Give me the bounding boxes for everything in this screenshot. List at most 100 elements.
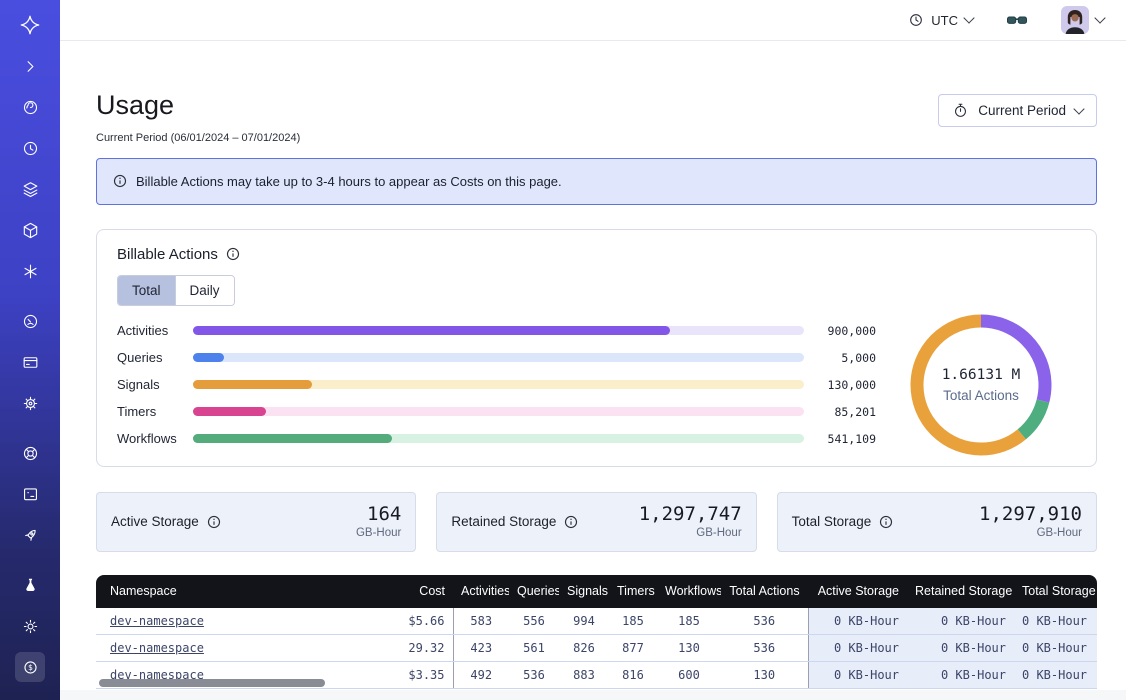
tab-total[interactable]: Total: [118, 276, 175, 305]
cell-queries: 556: [509, 608, 559, 635]
billable-actions-title-text: Billable Actions: [117, 246, 218, 263]
cell-total-actions: 536: [721, 608, 808, 635]
storage-cards: Active Storage 164 GB-Hour Retained Stor…: [96, 492, 1097, 552]
donut-total-value: 1.66131 M: [942, 367, 1021, 383]
bar-fill: [193, 326, 670, 335]
storage-card-value: 1,297,910 GB-Hour: [979, 504, 1082, 539]
temporal-logo-icon: [19, 14, 41, 36]
layers-icon: [21, 180, 40, 199]
lifebuoy-icon: [21, 444, 40, 463]
cell-queries: 561: [509, 634, 559, 661]
cell-signals: 994: [559, 608, 609, 635]
info-banner-text: Billable Actions may take up to 3-4 hour…: [136, 174, 562, 189]
cell-active-storage: 0 KB-Hour: [808, 608, 907, 635]
info-icon[interactable]: [226, 247, 240, 261]
sidebar-item-getting-started[interactable]: [15, 520, 45, 550]
cell-active-storage: 0 KB-Hour: [808, 661, 907, 688]
horizontal-scrollbar-thumb[interactable]: [99, 679, 325, 687]
col-header-queries[interactable]: Queries: [509, 575, 559, 608]
sidebar-group-help: [0, 428, 60, 560]
timezone-selector[interactable]: UTC: [902, 11, 979, 29]
sidebar-item-workflows[interactable]: [15, 215, 45, 245]
namespace-link[interactable]: dev-namespace: [110, 641, 204, 655]
avatar: [1061, 6, 1089, 34]
table-row: dev-namespace $5.66 583 556 994 185 185 …: [96, 608, 1097, 635]
bar-fill: [193, 380, 312, 389]
bar-label: Activities: [117, 323, 187, 338]
col-header-timers[interactable]: Timers: [609, 575, 657, 608]
info-icon[interactable]: [564, 515, 578, 529]
bar-row-activities: Activities 900,000: [117, 324, 876, 337]
col-header-cost[interactable]: Cost: [296, 575, 453, 608]
cell-total-actions: 130: [721, 661, 808, 688]
bar-row-timers: Timers 85,201: [117, 405, 876, 418]
table-header-row: Namespace Cost Activities Queries Signal…: [96, 575, 1097, 608]
cell-timers: 877: [609, 634, 657, 661]
expand-chevron-icon: [21, 57, 40, 76]
sidebar-item-credits[interactable]: $: [15, 652, 45, 682]
sidebar-item-settings[interactable]: [15, 388, 45, 418]
sidebar-item-layers[interactable]: [15, 174, 45, 204]
sidebar-item-expand[interactable]: [15, 51, 45, 81]
sidebar-item-nexus[interactable]: [15, 256, 45, 286]
main-area: UTC: [60, 0, 1126, 700]
cell-retained-storage: 0 KB-Hour: [907, 608, 1014, 635]
tab-daily[interactable]: Daily: [175, 276, 234, 305]
info-icon[interactable]: [207, 515, 221, 529]
cell-total-storage: 0 KB-Hour: [1014, 634, 1097, 661]
sidebar-item-theme[interactable]: [15, 611, 45, 641]
bar-value: 900,000: [810, 324, 876, 338]
flask-icon: [21, 576, 40, 595]
info-icon[interactable]: [879, 515, 893, 529]
user-menu[interactable]: [1055, 5, 1110, 35]
sidebar-item-home[interactable]: [15, 10, 45, 40]
sidebar-item-labs[interactable]: [15, 570, 45, 600]
sidebar-item-billing[interactable]: [15, 347, 45, 377]
period-selector-label: Current Period: [978, 103, 1066, 118]
cell-retained-storage: 0 KB-Hour: [907, 661, 1014, 688]
sidebar-item-usage[interactable]: [15, 306, 45, 336]
page-bottom-strip: [60, 690, 1126, 700]
col-header-active-storage[interactable]: Active Storage: [808, 575, 907, 608]
sidebar-item-support[interactable]: [15, 438, 45, 468]
chevron-down-icon: [1094, 12, 1105, 23]
cell-total-storage: 0 KB-Hour: [1014, 608, 1097, 635]
page-subtitle: Current Period (06/01/2024 – 07/01/2024): [96, 132, 300, 144]
sidebar-group-top: [0, 0, 60, 296]
storage-card-label: Active Storage: [111, 514, 221, 529]
feedback-glasses-button[interactable]: [999, 7, 1035, 33]
bar-value: 541,109: [810, 432, 876, 446]
col-header-total-actions[interactable]: Total Actions: [721, 575, 808, 608]
bar-fill: [193, 434, 392, 443]
storage-label-text: Total Storage: [792, 514, 872, 529]
active-storage-card: Active Storage 164 GB-Hour: [96, 492, 416, 552]
bar-label: Workflows: [117, 431, 187, 446]
docs-icon: [21, 485, 40, 504]
namespace-link[interactable]: dev-namespace: [110, 614, 204, 628]
storage-unit: GB-Hour: [356, 527, 401, 539]
bar-label: Queries: [117, 350, 187, 365]
cell-total-actions: 536: [721, 634, 808, 661]
page-header: Usage Current Period (06/01/2024 – 07/01…: [96, 91, 1097, 144]
bar-label: Signals: [117, 377, 187, 392]
stopwatch-icon: [952, 102, 969, 119]
rocket-icon: [21, 526, 40, 545]
col-header-workflows[interactable]: Workflows: [657, 575, 721, 608]
sidebar-item-namespaces[interactable]: [15, 92, 45, 122]
col-header-retained-storage[interactable]: Retained Storage: [907, 575, 1014, 608]
bar-value: 130,000: [810, 378, 876, 392]
table-row: dev-namespace 29.32 423 561 826 877 130 …: [96, 634, 1097, 661]
cell-workflows: 185: [657, 608, 721, 635]
storage-card-value: 164 GB-Hour: [356, 504, 401, 539]
cell-active-storage: 0 KB-Hour: [808, 634, 907, 661]
col-header-total-storage[interactable]: Total Storage: [1014, 575, 1097, 608]
app-window: $ UTC: [0, 0, 1126, 700]
storage-value: 1,297,910: [979, 504, 1082, 526]
col-header-activities[interactable]: Activities: [453, 575, 509, 608]
sidebar-item-docs[interactable]: [15, 479, 45, 509]
period-selector-button[interactable]: Current Period: [938, 94, 1097, 127]
sidebar-item-history[interactable]: [15, 133, 45, 163]
col-header-signals[interactable]: Signals: [559, 575, 609, 608]
col-header-namespace[interactable]: Namespace: [96, 575, 296, 608]
cell-cost: $5.66: [296, 608, 453, 635]
